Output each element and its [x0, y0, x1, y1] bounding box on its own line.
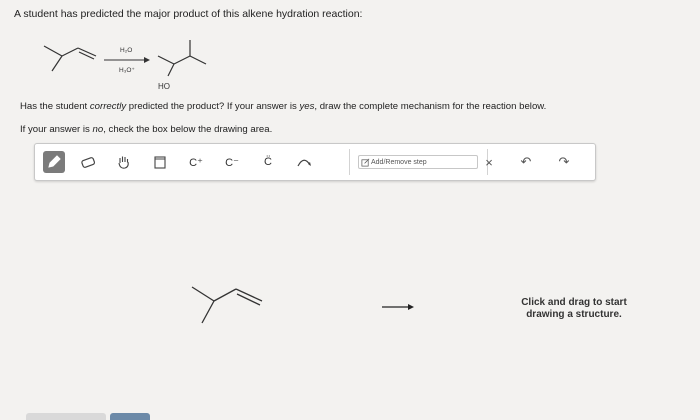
eraser-icon [81, 157, 96, 168]
bottom-tab-right[interactable] [110, 413, 150, 420]
hand-tool[interactable] [113, 151, 135, 173]
reagent-hydronium: H₃O⁺ [119, 67, 135, 74]
canvas-hint: Click and drag to start drawing a struct… [521, 297, 627, 320]
reagent-water: H₂O [120, 47, 132, 54]
hand-icon [118, 156, 129, 169]
question-title: A student has predicted the major produc… [14, 8, 363, 20]
product-oh-label: HO [158, 82, 170, 91]
redo-button[interactable]: ↷ [553, 151, 575, 173]
curved-arrow-tool[interactable] [293, 151, 315, 173]
copy-icon [154, 156, 166, 169]
curved-arrow-icon [297, 159, 311, 167]
product-structure [157, 40, 207, 77]
mechanism-arrow [382, 304, 414, 310]
reactant-structure [43, 45, 97, 72]
clear-button[interactable]: × [478, 151, 500, 173]
canvas-starting-alkene[interactable] [188, 275, 268, 330]
carbanion-tool[interactable]: C⁻ [221, 151, 243, 173]
pencil-tool[interactable] [43, 151, 65, 173]
pencil-icon [48, 155, 61, 168]
prompt-line-1: Has the student correctly predicted the … [20, 101, 547, 112]
drawing-toolbar: C⁺ C⁻ C̈ Add/Remove step × ↶ ↷ [34, 143, 596, 181]
carbocation-tool[interactable]: C⁺ [185, 151, 207, 173]
add-remove-step-button[interactable]: Add/Remove step [358, 155, 478, 169]
eraser-tool[interactable] [77, 151, 99, 173]
undo-icon: ↶ [520, 154, 532, 169]
redo-icon: ↷ [558, 154, 570, 169]
bottom-tab-left[interactable] [26, 413, 106, 420]
reaction-scheme: H₂O H₃O⁺ HO [43, 40, 207, 91]
undo-button[interactable]: ↶ [515, 151, 537, 173]
radical-tool[interactable]: C̈ [257, 151, 279, 173]
edit-icon [361, 158, 370, 167]
copy-tool[interactable] [149, 151, 171, 173]
prompt-line-2: If your answer is no, check the box belo… [20, 124, 273, 135]
